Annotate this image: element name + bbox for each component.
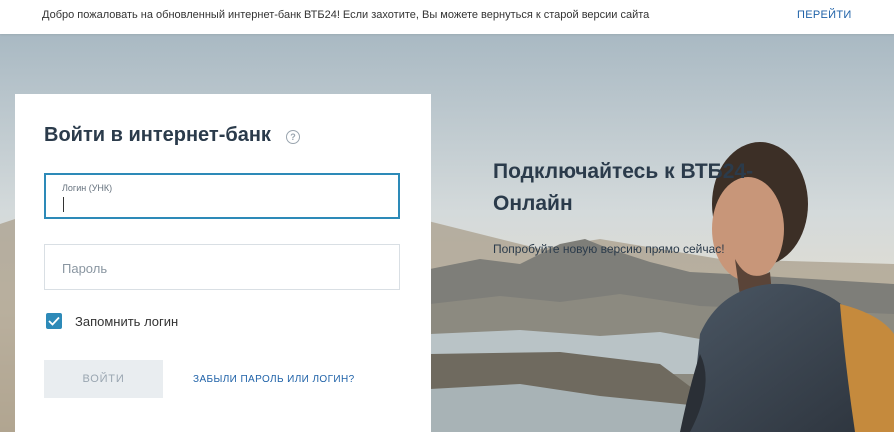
password-placeholder: Пароль bbox=[62, 261, 108, 276]
promo-title: Подключайтесь к ВТБ24-Онлайн bbox=[493, 160, 754, 215]
login-field[interactable]: Логин (УНК) bbox=[44, 173, 400, 219]
forgot-password-link[interactable]: ЗАБЫЛИ ПАРОЛЬ ИЛИ ЛОГИН? bbox=[193, 374, 355, 385]
login-title: Войти в интернет-банк bbox=[44, 124, 271, 146]
remember-login-label[interactable]: Запомнить логин bbox=[75, 314, 178, 329]
checkmark-icon bbox=[48, 316, 60, 326]
text-caret bbox=[63, 197, 64, 212]
login-button[interactable]: ВОЙТИ bbox=[44, 360, 163, 398]
welcome-notice-text: Добро пожаловать на обновленный интернет… bbox=[42, 9, 650, 21]
password-field[interactable]: Пароль bbox=[44, 244, 400, 290]
welcome-notice-bar: Добро пожаловать на обновленный интернет… bbox=[0, 0, 894, 34]
question-circle-icon[interactable]: ? bbox=[286, 130, 300, 144]
remember-login-checkbox[interactable] bbox=[46, 313, 62, 329]
go-to-old-site-link[interactable]: ПЕРЕЙТИ bbox=[797, 9, 852, 21]
promo-subtitle: Попробуйте новую версию прямо сейчас! bbox=[493, 242, 725, 256]
login-card: Войти в интернет-банк ? Логин (УНК) Паро… bbox=[15, 94, 431, 432]
login-field-label: Логин (УНК) bbox=[62, 183, 113, 193]
